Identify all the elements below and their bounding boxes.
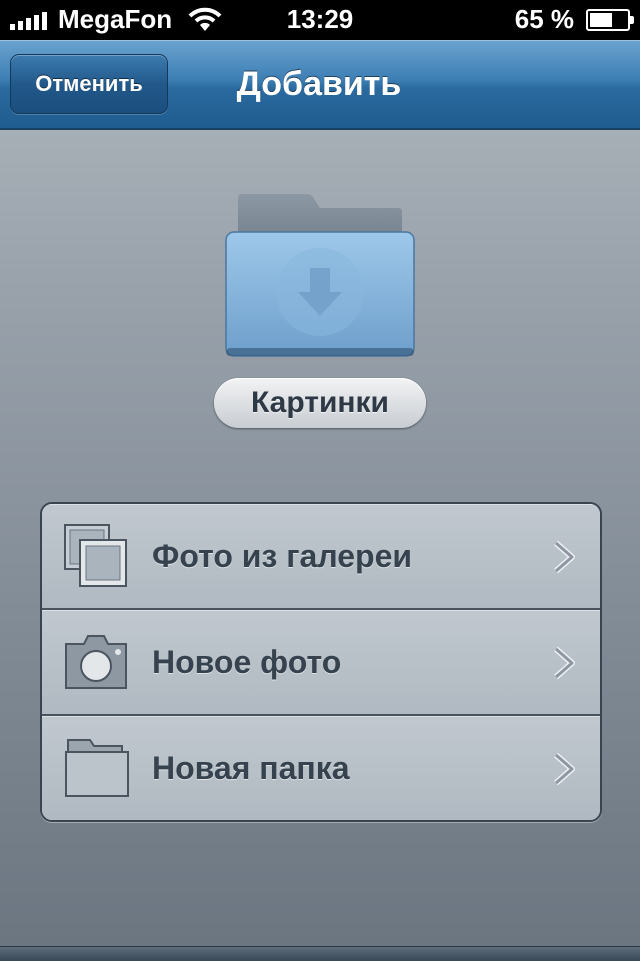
cancel-button[interactable]: Отменить (10, 54, 168, 114)
chevron-right-icon (554, 540, 575, 574)
folder-name-label[interactable]: Картинки (214, 378, 426, 428)
option-label: Новая папка (152, 750, 350, 786)
bottom-toolbar-edge (0, 946, 640, 961)
photo-gallery-icon (64, 524, 127, 587)
chevron-right-icon (554, 646, 575, 680)
battery-fill (590, 12, 612, 27)
option-photo-gallery[interactable]: Фото из галереи (42, 504, 600, 608)
option-new-folder[interactable]: Новая папка (42, 714, 600, 820)
battery-nub (630, 15, 634, 24)
status-right: 65 % (514, 4, 634, 35)
status-left: MegaFon (10, 4, 222, 35)
battery-percent: 65 % (514, 4, 574, 34)
folder-icon (65, 739, 129, 797)
navigation-bar: Отменить Добавить (0, 40, 640, 130)
battery-icon (586, 8, 634, 31)
status-bar: MegaFon 13:29 65 % (0, 0, 640, 40)
option-label: Фото из галереи (152, 538, 413, 574)
download-folder-icon[interactable] (224, 192, 416, 362)
carrier-name: MegaFon (58, 4, 173, 34)
add-options-list: Фото из галереи Новое фото Новая папка (40, 502, 602, 822)
option-new-photo[interactable]: Новое фото (42, 608, 600, 714)
camera-icon (65, 635, 127, 689)
wifi-icon (188, 7, 222, 31)
option-label: Новое фото (152, 644, 342, 680)
chevron-right-icon (554, 752, 575, 786)
signal-bars-icon (10, 10, 50, 30)
